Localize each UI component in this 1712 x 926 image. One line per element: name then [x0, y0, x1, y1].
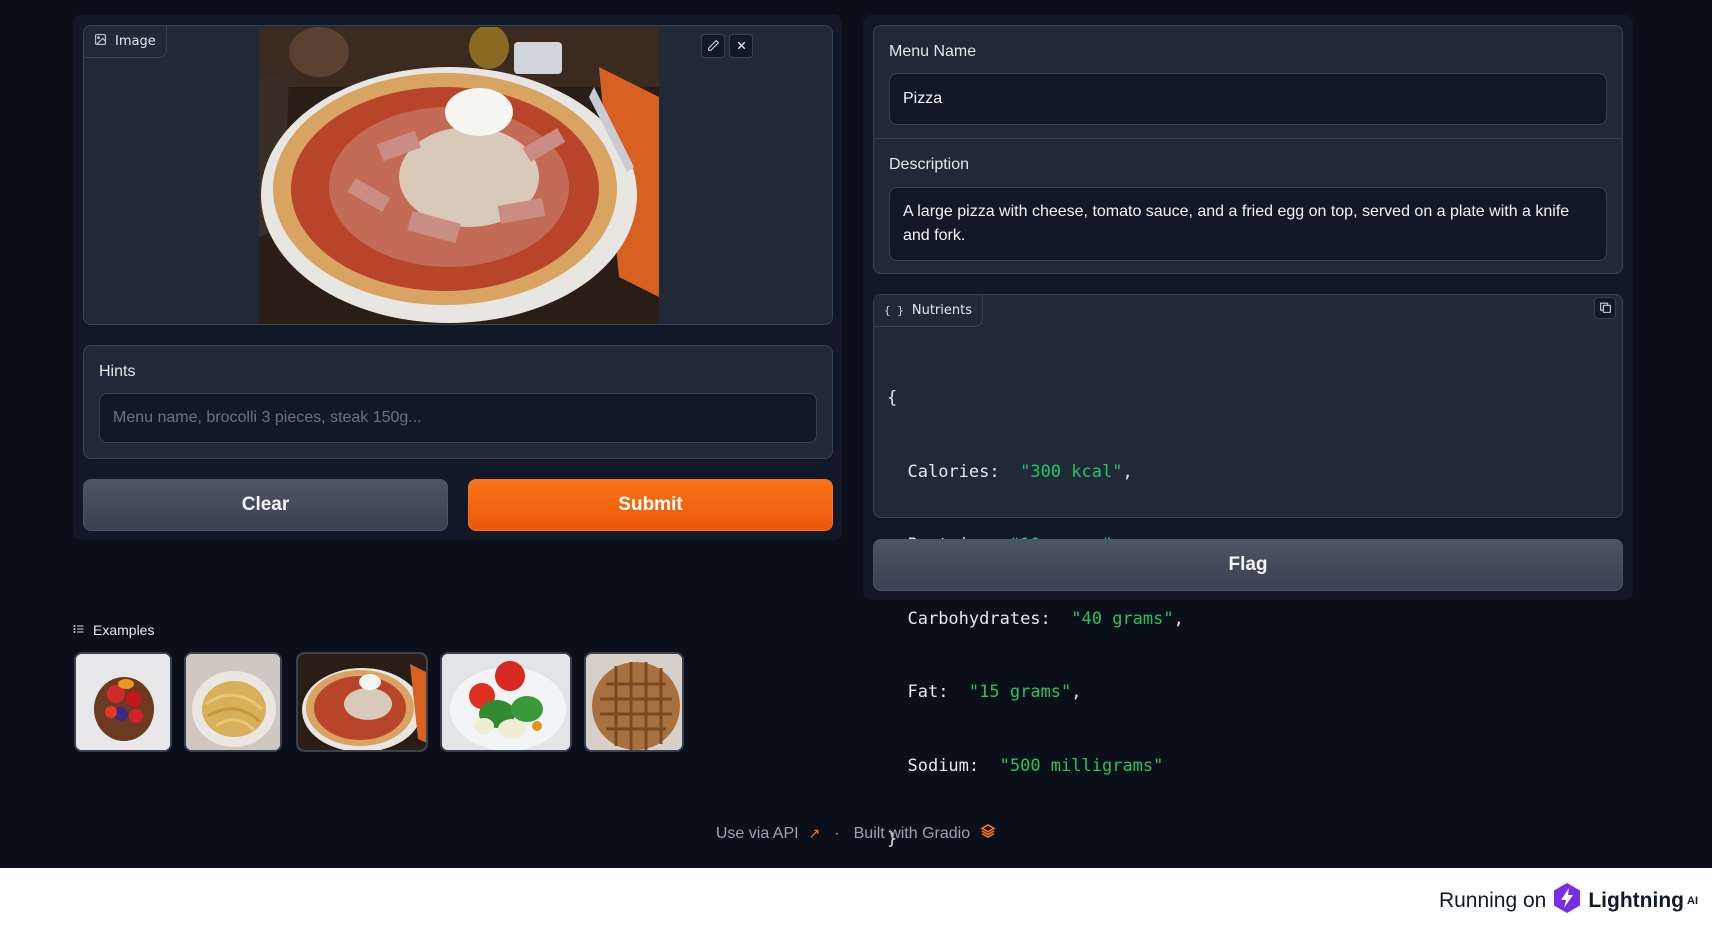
list-icon — [73, 622, 85, 638]
example-fruit-tart[interactable] — [74, 652, 172, 752]
json-key: Sodium: — [907, 755, 980, 776]
hints-label: Hints — [99, 363, 136, 380]
footer: Use via API ↗ · Built with Gradio — [0, 823, 1712, 844]
nutrients-tag-label: Nutrients — [911, 303, 972, 318]
json-line: Sodium: "500 milligrams" — [887, 754, 1184, 779]
uploaded-pizza-image — [259, 27, 659, 324]
copy-icon — [1599, 299, 1612, 318]
nutrients-json: { Calories: "300 kcal", Protein: "10 gra… — [887, 337, 1184, 901]
image-tag: Image — [84, 26, 167, 58]
running-on-badge[interactable]: Running on Lightning AI — [1439, 882, 1698, 920]
submit-button[interactable]: Submit — [468, 479, 833, 531]
json-value: "15 grams" — [968, 682, 1072, 702]
examples-label: Examples — [93, 622, 155, 638]
lightning-logo-icon — [1552, 882, 1582, 920]
example-waffle[interactable] — [584, 652, 684, 752]
hints-input[interactable] — [113, 409, 803, 427]
pencil-icon — [707, 37, 720, 56]
menu-name-field[interactable]: Pizza — [889, 73, 1607, 125]
bottom-bar: Running on Lightning AI — [0, 868, 1712, 926]
built-with-gradio-link[interactable]: Built with Gradio — [854, 825, 971, 843]
json-line: Carbohydrates: "40 grams", — [887, 607, 1184, 632]
nutrients-panel: { } Nutrients { Calories: "300 kcal", Pr… — [873, 294, 1623, 849]
json-value: "500 milligrams" — [999, 755, 1164, 776]
json-key: Carbohydrates: — [907, 608, 1051, 629]
example-pizza[interactable] — [296, 652, 428, 752]
json-line: Calories: "300 kcal", — [887, 460, 1184, 485]
lightning-brand: Lightning — [1588, 889, 1684, 912]
footer-separator: · — [834, 824, 840, 842]
close-icon — [735, 37, 748, 56]
description-value: A large pizza with cheese, tomato sauce,… — [903, 203, 1570, 244]
nutrients-tag: { } Nutrients — [874, 295, 983, 327]
hints-input-box[interactable] — [99, 393, 817, 443]
json-key: Fat: — [907, 682, 949, 702]
json-value: "40 grams" — [1071, 608, 1174, 629]
json-value: "300 kcal" — [1020, 461, 1123, 482]
running-on-label: Running on — [1438, 889, 1547, 912]
json-open-brace: { — [887, 388, 898, 408]
image-input-panel[interactable]: Image — [83, 25, 833, 325]
divider — [874, 138, 1622, 139]
flag-button[interactable]: Flag — [873, 539, 1623, 591]
description-label: Description — [889, 156, 970, 173]
json-key: Calories: — [907, 461, 1000, 482]
braces-icon: { } — [884, 304, 904, 317]
menu-name-value: Pizza — [903, 90, 943, 107]
remove-image-button[interactable] — [729, 34, 753, 58]
example-spaghetti[interactable] — [184, 652, 282, 752]
use-via-api-link[interactable]: Use via API — [716, 825, 799, 843]
json-sep: , — [1122, 461, 1133, 482]
examples-header: Examples — [73, 622, 154, 638]
gradio-logo-icon — [980, 823, 996, 844]
image-icon — [94, 33, 107, 50]
json-line: Fat: "15 grams", — [887, 680, 1184, 705]
copy-json-button[interactable] — [1594, 297, 1616, 319]
clear-button[interactable]: Clear — [83, 479, 448, 531]
edit-image-button[interactable] — [701, 34, 725, 58]
menu-name-label: Menu Name — [889, 43, 977, 60]
example-vegetable-salad[interactable] — [440, 652, 572, 752]
rocket-icon: ↗ — [808, 825, 821, 841]
brand-suffix: AI — [1687, 895, 1698, 907]
json-sep: , — [1071, 682, 1082, 702]
image-tag-label: Image — [115, 34, 156, 49]
text-outputs-block: Menu Name Pizza Description A large pizz… — [873, 25, 1623, 274]
json-sep: , — [1173, 608, 1184, 629]
description-field[interactable]: A large pizza with cheese, tomato sauce,… — [889, 187, 1607, 261]
hints-panel: Hints — [83, 345, 833, 459]
